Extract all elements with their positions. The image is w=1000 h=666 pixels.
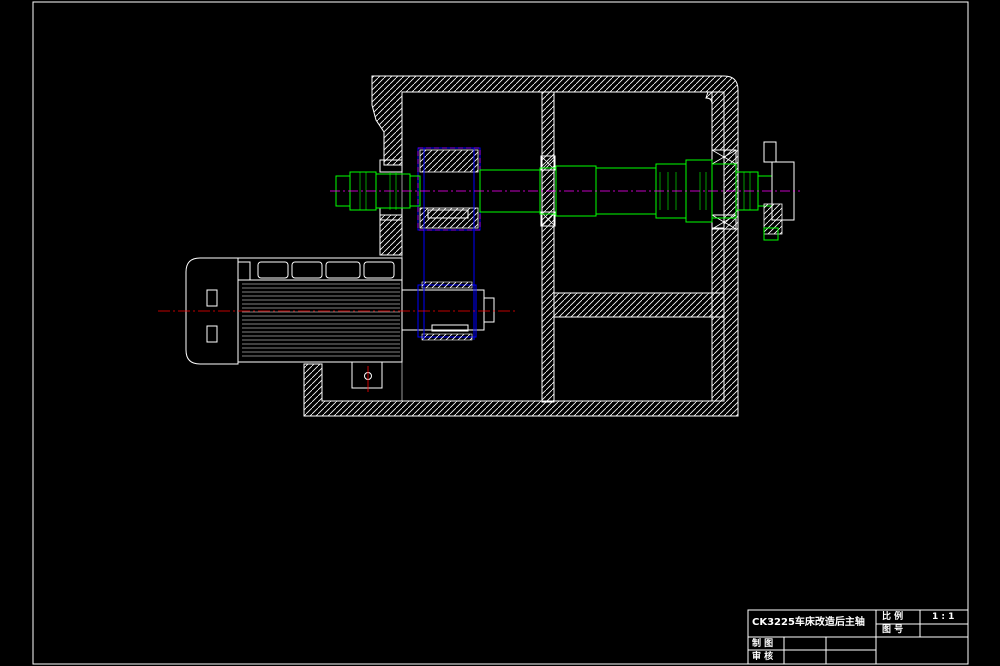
drawing-number-label: 图 号 <box>882 625 904 635</box>
drawing-title: CK3225车床改造后主轴 <box>752 617 865 628</box>
drawing-border <box>32 1 969 665</box>
gearbox-housing <box>303 75 739 417</box>
scale-value: 1 : 1 <box>932 612 955 622</box>
cad-drawing <box>32 1 969 665</box>
motor <box>185 257 495 389</box>
scale-label: 比 例 <box>882 612 904 622</box>
checked-by-label: 审 核 <box>752 652 774 662</box>
drawn-by-label: 制 图 <box>752 639 774 649</box>
